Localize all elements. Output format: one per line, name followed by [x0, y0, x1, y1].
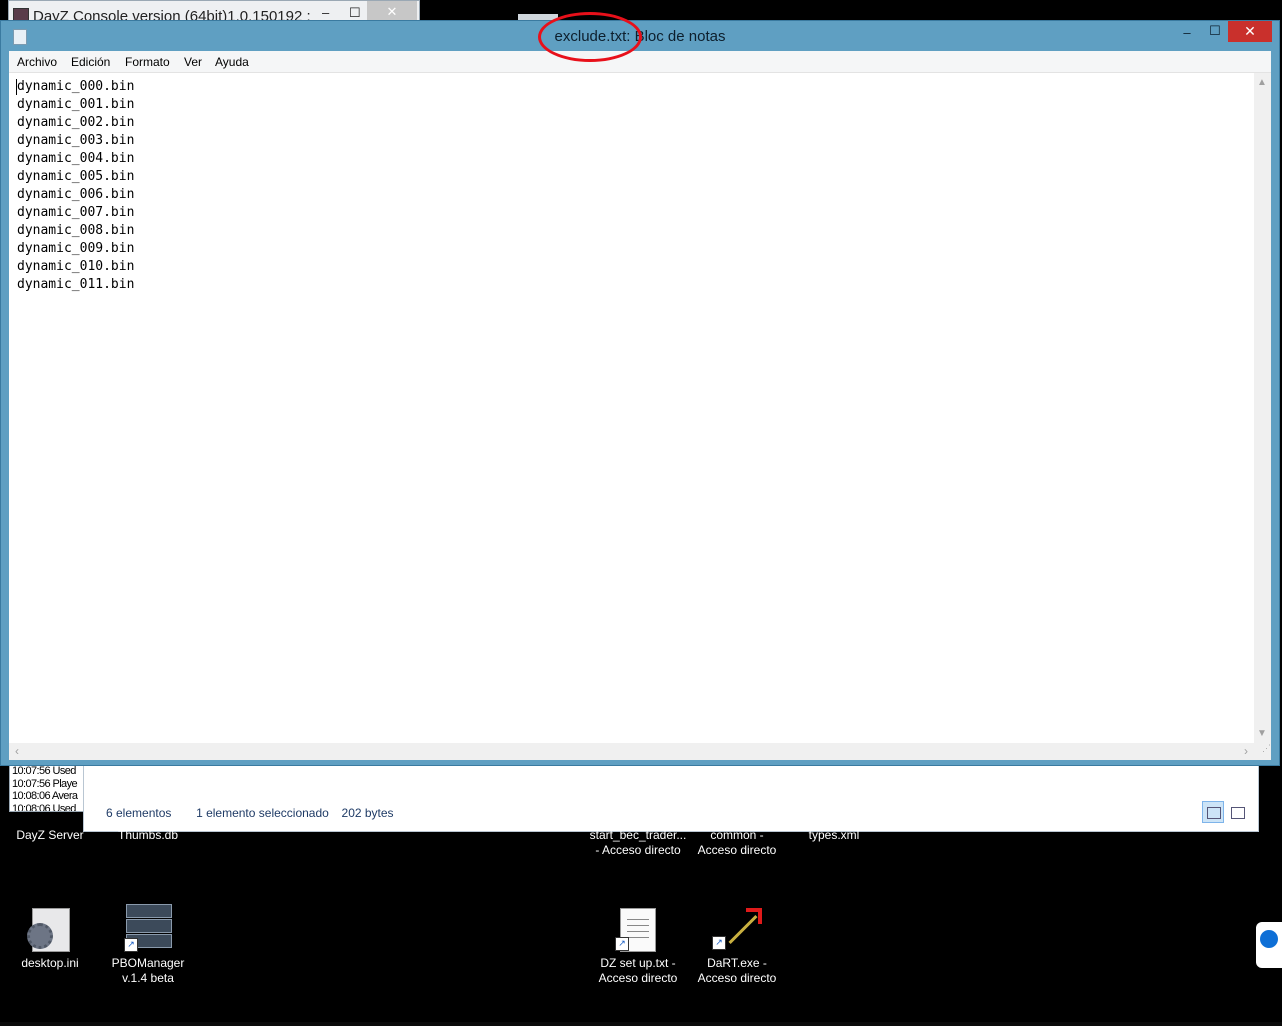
text-line-glyph	[627, 937, 649, 938]
desktop-icon-common-label[interactable]: common - Acceso directo	[692, 828, 782, 858]
menu-edicion[interactable]: Edición	[71, 55, 110, 69]
item-count: 6 elementos	[106, 806, 172, 820]
notepad-maximize-button[interactable]: ☐	[1205, 23, 1225, 39]
menu-ver[interactable]: Ver	[184, 55, 202, 69]
start-bec-label-line2: - Acceso directo	[595, 843, 681, 857]
start-bec-label-line1: start_bec_trader...	[589, 828, 687, 842]
text-line: dynamic_000.bin	[17, 79, 135, 94]
scroll-right-icon[interactable]: ›	[1244, 744, 1248, 758]
annotation-circle	[538, 12, 642, 62]
large-icons-view-icon	[1231, 807, 1245, 819]
teamviewer-icon	[1260, 930, 1278, 948]
desktop-icon-pbomanager-label[interactable]: PBOManager v.1.4 beta	[104, 956, 192, 986]
selection-size: 202 bytes	[341, 806, 394, 820]
explorer-status-bar: 6 elementos 1 elemento seleccionado 202 …	[106, 806, 394, 820]
scroll-down-icon[interactable]: ▼	[1257, 728, 1267, 739]
pbo-stack-layer	[126, 904, 172, 918]
ini-file-icon[interactable]	[27, 908, 70, 952]
gear-icon	[27, 923, 53, 949]
dayz-minimize-button[interactable]: ‒	[322, 5, 329, 20]
pbomanager-label-line1: PBOManager	[111, 956, 185, 970]
menu-archivo[interactable]: Archivo	[17, 55, 57, 69]
desktop-icon-dart-label[interactable]: DaRT.exe - Acceso directo	[692, 956, 782, 986]
notepad-close-button[interactable]: ✕	[1228, 21, 1272, 42]
selection-info: 1 elemento seleccionado	[196, 806, 329, 820]
resize-grip-icon[interactable]: ⋰	[1254, 743, 1271, 760]
text-line: dynamic_001.bin	[17, 97, 135, 112]
large-icons-view-button[interactable]	[1226, 801, 1248, 823]
log-line: 10:07:56 Used	[12, 765, 76, 777]
dart-icon[interactable]: ↗	[712, 908, 762, 950]
text-line: dynamic_006.bin	[17, 187, 135, 202]
text-line: dynamic_007.bin	[17, 205, 135, 220]
dz-setup-label-line2: Acceso directo	[598, 971, 678, 985]
scroll-up-icon[interactable]: ▲	[1257, 77, 1267, 88]
menu-formato[interactable]: Formato	[125, 55, 170, 69]
dart-label-line1: DaRT.exe -	[707, 956, 767, 970]
text-line: dynamic_010.bin	[17, 259, 135, 274]
pbo-stack-layer	[126, 919, 172, 933]
log-line: 10:07:56 Playe	[12, 777, 78, 790]
text-line: dynamic_011.bin	[17, 277, 135, 292]
text-line-glyph	[627, 919, 649, 920]
log-line: 10:08:06 Used	[12, 802, 76, 812]
file-explorer-window[interactable]: 6 elementos 1 elemento seleccionado 202 …	[83, 760, 1259, 832]
desktop-icon-desktop-ini-label[interactable]: desktop.ini	[10, 956, 90, 971]
teamviewer-tab[interactable]	[1256, 922, 1282, 968]
text-line: dynamic_008.bin	[17, 223, 135, 238]
details-view-icon	[1207, 807, 1221, 819]
shortcut-arrow-icon: ↗	[712, 936, 726, 950]
shortcut-arrow-icon: ↗	[124, 938, 138, 952]
menu-ayuda[interactable]: Ayuda	[215, 55, 249, 69]
text-line: dynamic_002.bin	[17, 115, 135, 130]
dart-flight	[746, 908, 762, 924]
vertical-scrollbar[interactable]: ▲ ▼	[1254, 73, 1271, 743]
dz-setup-label-line1: DZ set up.txt -	[600, 956, 676, 970]
scroll-left-icon[interactable]: ‹	[15, 744, 19, 758]
notepad-menubar: Archivo Edición Formato Ver Ayuda	[9, 51, 1271, 72]
text-line: dynamic_003.bin	[17, 133, 135, 148]
desktop-icon-start-bec-label[interactable]: start_bec_trader... - Acceso directo	[588, 828, 688, 858]
text-file-icon[interactable]: ↗	[615, 908, 656, 952]
text-content: dynamic_000.bin dynamic_001.bin dynamic_…	[17, 78, 134, 294]
common-label-line1: common -	[710, 828, 764, 842]
text-line-glyph	[627, 931, 649, 932]
desktop-icon-dayz-server-label[interactable]: DayZ Server	[10, 828, 90, 843]
desktop-icon-types-label[interactable]: types.xml	[798, 828, 870, 843]
desktop-icon-dz-setup-label[interactable]: DZ set up.txt - Acceso directo	[588, 956, 688, 986]
notepad-window[interactable]: exclude.txt: Bloc de notas ‒ ☐ ✕ Archivo…	[0, 20, 1280, 766]
notepad-minimize-button[interactable]: ‒	[1177, 25, 1197, 41]
console-log-panel: 10:07:56 Used 10:07:56 Playe 10:08:06 Av…	[9, 764, 91, 812]
dayz-maximize-button[interactable]: ☐	[349, 5, 361, 21]
dart-label-line2: Acceso directo	[697, 971, 777, 985]
notepad-text-area[interactable]: dynamic_000.bin dynamic_001.bin dynamic_…	[9, 72, 1271, 760]
desktop-icon-thumbs-label[interactable]: Thumbs.db	[108, 828, 188, 843]
text-line: dynamic_009.bin	[17, 241, 135, 256]
common-label-line2: Acceso directo	[697, 843, 777, 857]
pbomanager-label-line2: v.1.4 beta	[122, 971, 174, 985]
text-line: dynamic_004.bin	[17, 151, 135, 166]
pbomanager-icon[interactable]: ↗	[124, 904, 172, 952]
taskbar-edge	[0, 1022, 1282, 1026]
horizontal-scrollbar[interactable]: ‹ ›	[9, 743, 1254, 760]
shortcut-arrow-icon: ↗	[615, 937, 629, 951]
details-view-button[interactable]	[1202, 801, 1224, 823]
text-line: dynamic_005.bin	[17, 169, 135, 184]
text-line-glyph	[627, 925, 649, 926]
log-line: 10:08:06 Avera	[12, 790, 78, 802]
